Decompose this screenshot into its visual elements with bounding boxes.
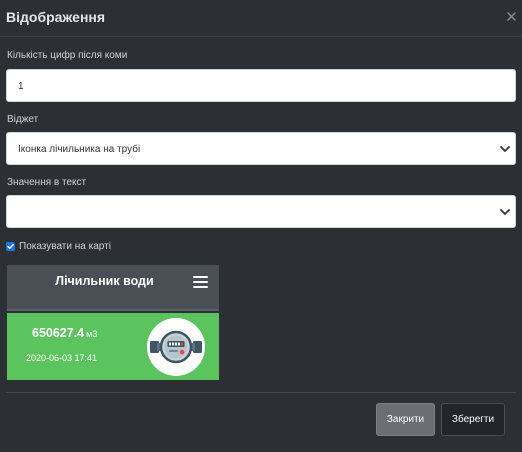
text-value-select[interactable] [6, 195, 516, 228]
close-button[interactable]: Закрити [376, 403, 435, 436]
show-on-map-checkbox[interactable] [6, 241, 15, 251]
widget-select-value: Іконка лічильника на трубі [18, 144, 141, 155]
water-meter-icon [147, 318, 205, 376]
decimals-label: Кількість цифр після коми [7, 50, 128, 61]
save-button[interactable]: Зберегти [441, 403, 505, 436]
text-value-label: Значення в текст [7, 177, 87, 188]
checkmark-icon [7, 243, 14, 249]
footer-divider [6, 392, 516, 393]
widget-title: Лічильник води [55, 274, 154, 288]
chevron-down-icon [500, 209, 510, 215]
meter-reading: 650627.4 м3 [32, 326, 97, 340]
hamburger-menu-icon[interactable] [193, 276, 208, 289]
decimals-input[interactable]: 1 [6, 69, 516, 102]
dialog-title: Відображення [6, 9, 106, 25]
meter-datetime: 2020-06-03 17:41 [26, 353, 98, 363]
widget-body: 650627.4 м3 2020-06-03 17:41 [7, 313, 219, 380]
widget-header: Лічильник води [7, 265, 219, 311]
show-on-map-row: Показувати на карті [6, 240, 111, 252]
chevron-down-icon [500, 146, 510, 152]
decimals-input-value: 1 [18, 81, 24, 92]
widget-preview: Лічильник води 650627.4 м3 2020-06-03 17:… [7, 265, 219, 380]
dialog-header: Відображення [0, 0, 522, 37]
meter-value: 650627.4 [32, 326, 85, 340]
widget-label: Віджет [7, 114, 39, 125]
meter-unit: м3 [86, 329, 98, 339]
close-icon[interactable] [506, 11, 517, 22]
show-on-map-label: Показувати на карті [19, 240, 111, 252]
widget-select[interactable]: Іконка лічильника на трубі [6, 132, 516, 165]
